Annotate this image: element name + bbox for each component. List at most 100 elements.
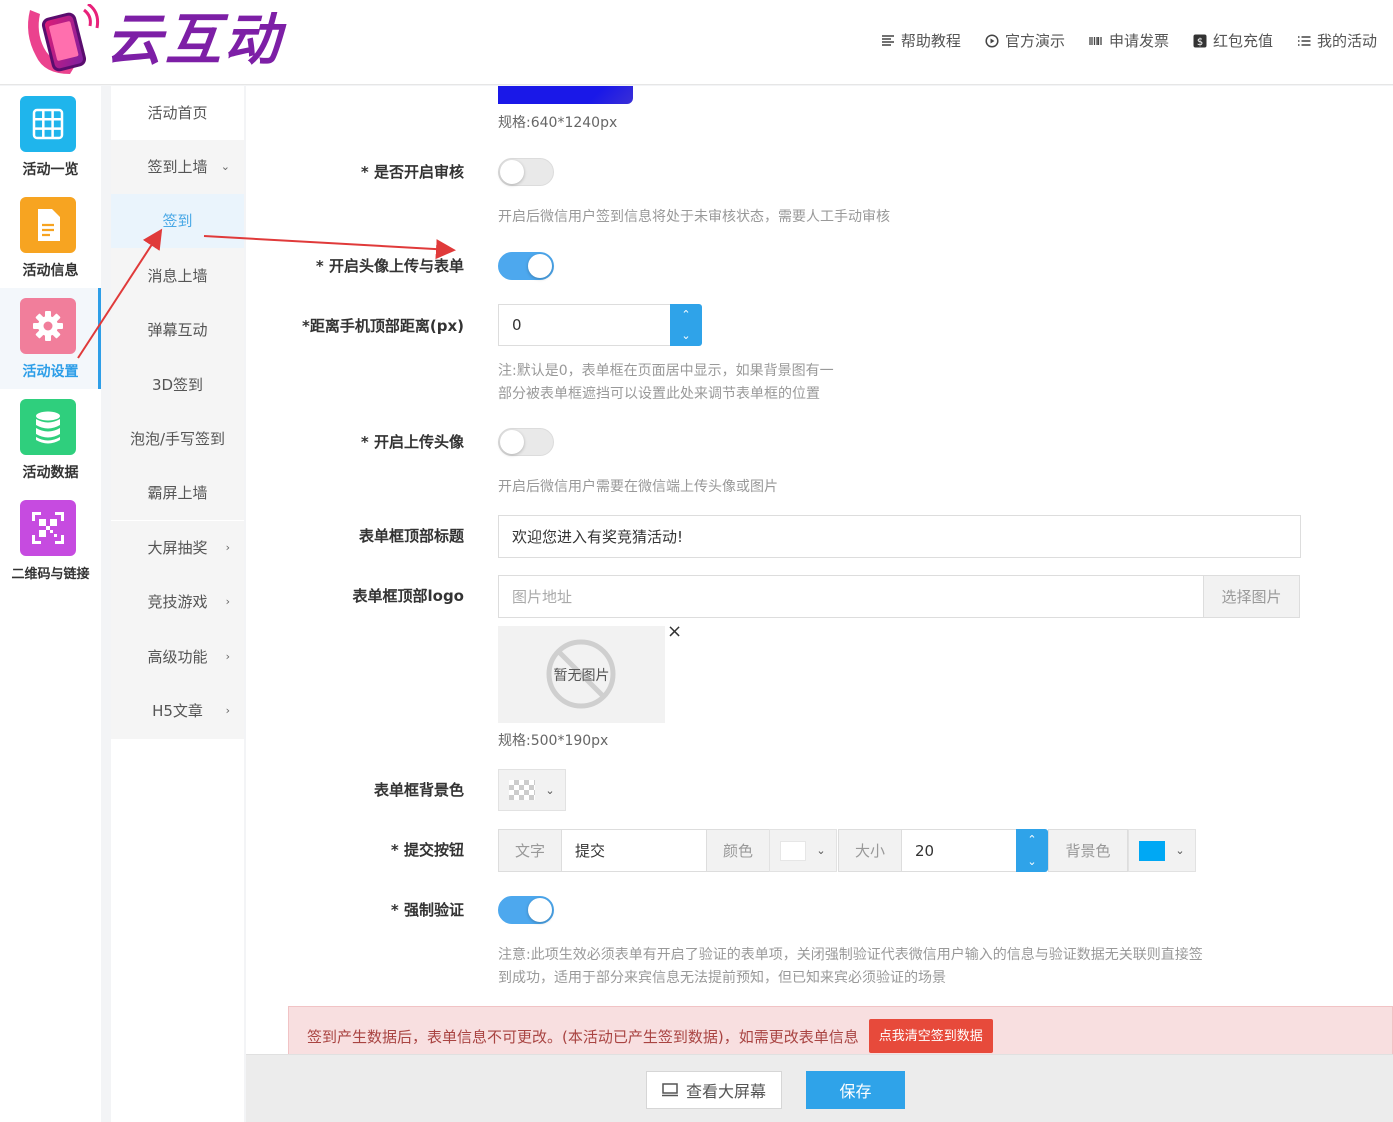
nav-recharge-label: 红包充值 <box>1212 32 1273 50</box>
phone-logo-icon <box>28 4 100 74</box>
top-distance-hint-2: 部分被表单框遮挡可以设置此处来调节表单框的位置 <box>498 386 820 402</box>
submenu-bubble-signin[interactable]: 泡泡/手写签到 <box>111 412 244 466</box>
submenu-signin-group: 签到上墙 ⌄ 签到 消息上墙 弹幕互动 3D签到 泡泡/手写签到 霸屏上墙 <box>111 140 244 520</box>
main-sidebar: 活动一览 活动信息 活动设置 活动数据 二维码与链接 <box>0 86 101 1122</box>
form-logo-label: 表单框顶部logo <box>352 587 465 605</box>
chevron-down-icon: ⌄ <box>1175 844 1185 857</box>
submenu-h5-article-label: H5文章 <box>152 702 203 720</box>
sidebar-item-activity-data[interactable]: 活动数据 <box>0 389 101 490</box>
grid-icon <box>20 96 76 152</box>
nav-my-activity-label: 我的活动 <box>1316 32 1377 50</box>
chevron-down-icon[interactable]: ⌄ <box>1027 855 1036 868</box>
submenu-games[interactable]: 竞技游戏 › <box>111 575 244 629</box>
view-screen-button[interactable]: 查看大屏幕 <box>646 1071 782 1109</box>
sidebar-item-activity-settings[interactable]: 活动设置 <box>0 288 101 389</box>
svg-text:$: $ <box>1197 37 1203 48</box>
form-bg-color-picker[interactable]: ⌄ <box>498 769 566 811</box>
brand-name: 云互动 <box>106 8 283 73</box>
avatar-form-toggle[interactable] <box>498 252 554 280</box>
submenu-screen-takeover[interactable]: 霸屏上墙 <box>111 466 244 520</box>
submenu-other-group: 大屏抽奖 › 竞技游戏 › 高级功能 › H5文章 › <box>111 521 244 739</box>
chevron-down-icon: ⌄ <box>545 783 555 797</box>
clear-signin-data-button[interactable]: 点我清空签到数据 <box>868 1019 993 1053</box>
review-hint: 开启后微信用户签到信息将处于未审核状态，需要人工手动审核 <box>498 209 890 225</box>
logo-preview: 暂无图片 <box>498 626 665 723</box>
nav-help-label: 帮助教程 <box>900 32 961 50</box>
no-image-text: 暂无图片 <box>553 668 610 684</box>
sidebar-item-activity-list[interactable]: 活动一览 <box>0 86 101 187</box>
submenu-signin[interactable]: 签到 <box>111 194 244 248</box>
submit-bg-color-picker[interactable]: ⌄ <box>1128 829 1196 872</box>
submenu-3d-signin[interactable]: 3D签到 <box>111 358 244 412</box>
chevron-right-icon: › <box>225 650 230 663</box>
submenu-home[interactable]: 活动首页 <box>111 86 244 140</box>
sidebar-item-qrcode-link[interactable]: 二维码与链接 <box>0 490 101 591</box>
submit-color-addon: 颜色 <box>706 829 770 872</box>
save-button[interactable]: 保存 <box>806 1071 905 1109</box>
review-toggle[interactable] <box>498 158 554 186</box>
sidebar-item-activity-info[interactable]: 活动信息 <box>0 187 101 288</box>
force-verify-label: * 强制验证 <box>390 901 464 919</box>
footer-bar: 查看大屏幕 保存 <box>246 1054 1393 1122</box>
toggle-knob <box>528 898 552 922</box>
chevron-down-icon: ⌄ <box>220 160 230 173</box>
gear-icon <box>20 298 76 354</box>
alert-banner: 签到产生数据后，表单信息不可更改。(本活动已产生签到数据)，如需更改表单信息 点… <box>288 1006 1393 1054</box>
chevron-right-icon: › <box>225 704 230 717</box>
submenu-games-label: 竞技游戏 <box>147 593 208 611</box>
review-label: * 是否开启审核 <box>360 163 464 181</box>
submenu-danmaku[interactable]: 弹幕互动 <box>111 303 244 357</box>
chevron-up-icon[interactable]: ⌃ <box>1027 833 1036 846</box>
nav-demo-label: 官方演示 <box>1004 32 1065 50</box>
form-title-input[interactable]: 欢迎您进入有奖竞猜活动! <box>498 515 1301 558</box>
upload-avatar-toggle[interactable] <box>498 428 554 456</box>
submenu-message-wall[interactable]: 消息上墙 <box>111 249 244 303</box>
submenu-3d-signin-label: 3D签到 <box>151 376 204 394</box>
sidebar-item-label: 活动信息 <box>22 263 79 279</box>
submenu-advanced[interactable]: 高级功能 › <box>111 630 244 684</box>
barcode-icon <box>1089 36 1102 45</box>
top-distance-input[interactable]: 0 <box>498 304 671 346</box>
submit-text-color-picker[interactable]: ⌄ <box>769 829 837 872</box>
chevron-up-icon[interactable]: ⌃ <box>681 308 690 321</box>
submit-size-input[interactable]: 20 <box>901 829 1018 872</box>
transparent-swatch-icon <box>509 780 536 800</box>
submenu-lottery-label: 大屏抽奖 <box>147 539 208 557</box>
submit-label: * 提交按钮 <box>390 841 464 859</box>
sidebar-item-label: 活动设置 <box>22 364 79 380</box>
form-bg-label: 表单框背景色 <box>373 781 464 799</box>
document-icon <box>20 197 76 253</box>
chevron-down-icon[interactable]: ⌄ <box>681 329 690 342</box>
choose-image-button[interactable]: 选择图片 <box>1203 575 1300 618</box>
submenu-signin-wall[interactable]: 签到上墙 ⌄ <box>111 140 244 194</box>
submit-text-input[interactable]: 提交 <box>561 829 707 872</box>
database-icon <box>20 399 76 455</box>
force-verify-hint-1: 注意:此项生效必须表单有开启了验证的表单项，关闭强制验证代表微信用户输入的信息与… <box>498 947 1203 963</box>
close-icon[interactable]: × <box>667 621 682 642</box>
top-distance-label: *距离手机顶部距离(px) <box>302 317 464 335</box>
top-distance-stepper[interactable]: ⌃ ⌄ <box>670 304 702 346</box>
submenu-h5-article[interactable]: H5文章 › <box>111 684 244 738</box>
form-title-label: 表单框顶部标题 <box>358 527 464 545</box>
avatar-form-label: * 开启头像上传与表单 <box>315 257 464 275</box>
logo-url-input[interactable]: 图片地址 <box>498 575 1204 618</box>
monitor-icon <box>661 1083 678 1097</box>
submenu-lottery[interactable]: 大屏抽奖 › <box>111 521 244 575</box>
bg-color-swatch <box>1139 840 1166 861</box>
submenu-advanced-label: 高级功能 <box>147 648 208 666</box>
nav-my-activity[interactable]: 我的活动 <box>1297 30 1377 51</box>
submit-size-stepper[interactable]: ⌃ ⌄ <box>1016 829 1048 872</box>
sub-menu: 活动首页 签到上墙 ⌄ 签到 消息上墙 弹幕互动 3D签到 泡泡/手写签到 霸屏上… <box>111 86 244 1122</box>
submenu-screen-takeover-label: 霸屏上墙 <box>147 484 208 502</box>
nav-recharge[interactable]: $ 红包充值 <box>1193 30 1273 51</box>
nav-invoice[interactable]: 申请发票 <box>1089 30 1169 51</box>
nav-help[interactable]: 帮助教程 <box>881 30 961 51</box>
force-verify-toggle[interactable] <box>498 896 554 924</box>
upload-avatar-label: * 开启上传头像 <box>360 433 464 451</box>
upload-avatar-hint: 开启后微信用户需要在微信端上传头像或图片 <box>498 479 778 495</box>
submenu-message-wall-label: 消息上墙 <box>147 267 208 285</box>
alert-text: 签到产生数据后，表单信息不可更改。(本活动已产生签到数据)，如需更改表单信息 <box>307 1027 859 1046</box>
nav-demo[interactable]: 官方演示 <box>985 30 1065 51</box>
settings-form: 规格:640*1240px * 是否开启审核 开启后微信用户签到信息将处于未审核… <box>246 86 1393 1054</box>
list-icon <box>881 34 894 46</box>
